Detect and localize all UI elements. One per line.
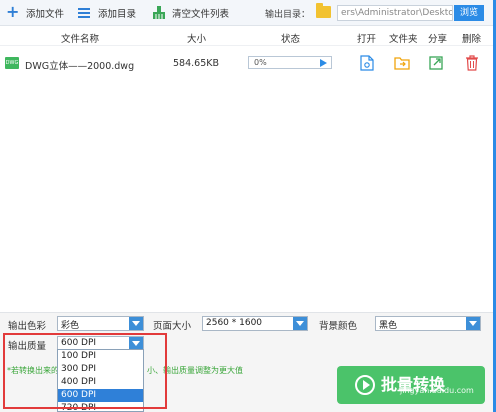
plus-icon: + <box>6 2 20 21</box>
progress-bar: 0% <box>248 56 332 69</box>
col-delete: 删除 <box>462 34 482 45</box>
page-size-label: 页面大小 <box>153 321 192 332</box>
file-size: 584.65KB <box>173 58 219 69</box>
bg-color-value: 黑色 <box>379 321 398 331</box>
toolbar: + 添加文件 添加目录 清空文件列表 输出目录： ers\Administrat… <box>0 0 496 26</box>
bg-color-select[interactable]: 黑色 <box>375 316 481 331</box>
col-filename: 文件名称 <box>61 34 100 45</box>
add-file-button[interactable]: + 添加文件 <box>6 2 65 21</box>
chevron-down-icon[interactable] <box>129 317 143 330</box>
batch-convert-label: 批量转换 <box>381 375 446 394</box>
add-dir-label: 添加目录 <box>98 9 137 20</box>
watermark: jingyan.baidu.com <box>400 386 474 395</box>
folder-icon[interactable] <box>316 3 331 18</box>
clear-list-label: 清空文件列表 <box>172 9 230 20</box>
chevron-down-icon[interactable] <box>466 317 480 330</box>
col-open: 打开 <box>357 34 377 45</box>
output-path-field[interactable]: ers\Administrator\Desktop <box>337 5 453 21</box>
open-folder-icon[interactable] <box>394 55 410 71</box>
delete-icon[interactable] <box>465 55 479 71</box>
file-name: DWG立体——2000.dwg <box>25 61 135 72</box>
output-dir-label: 输出目录： <box>265 10 311 20</box>
play-circle-icon <box>355 375 375 395</box>
broom-icon <box>152 6 166 20</box>
col-folder: 文件夹 <box>389 34 418 45</box>
highlight-box <box>3 333 167 409</box>
share-icon[interactable] <box>429 55 443 71</box>
output-color-label: 输出色彩 <box>8 321 47 332</box>
dwg-file-icon: DWG <box>5 57 19 69</box>
add-file-label: 添加文件 <box>26 9 65 20</box>
batch-convert-button[interactable]: 批量转换 <box>337 366 485 404</box>
clear-list-button[interactable]: 清空文件列表 <box>152 5 229 21</box>
chevron-down-icon[interactable] <box>293 317 307 330</box>
bg-color-label: 背景颜色 <box>319 321 358 332</box>
add-dir-button[interactable]: 添加目录 <box>78 5 136 21</box>
list-icon <box>78 6 92 20</box>
progress-text: 0% <box>254 58 267 67</box>
page-size-select[interactable]: 2560 * 1600 <box>202 316 308 331</box>
play-icon[interactable] <box>320 59 327 67</box>
col-status: 状态 <box>281 34 301 45</box>
page-size-value: 2560 * 1600 <box>206 318 263 328</box>
col-size: 大小 <box>187 34 207 45</box>
output-color-select[interactable]: 彩色 <box>57 316 144 331</box>
table-header: 文件名称 大小 状态 打开 文件夹 分享 删除 <box>0 26 496 46</box>
col-share: 分享 <box>428 34 448 45</box>
open-file-icon[interactable] <box>360 55 374 71</box>
table-row[interactable]: DWG DWG立体——2000.dwg 584.65KB 0% <box>0 48 496 78</box>
browse-button[interactable]: 浏览 <box>454 5 484 21</box>
output-color-value: 彩色 <box>61 321 80 331</box>
